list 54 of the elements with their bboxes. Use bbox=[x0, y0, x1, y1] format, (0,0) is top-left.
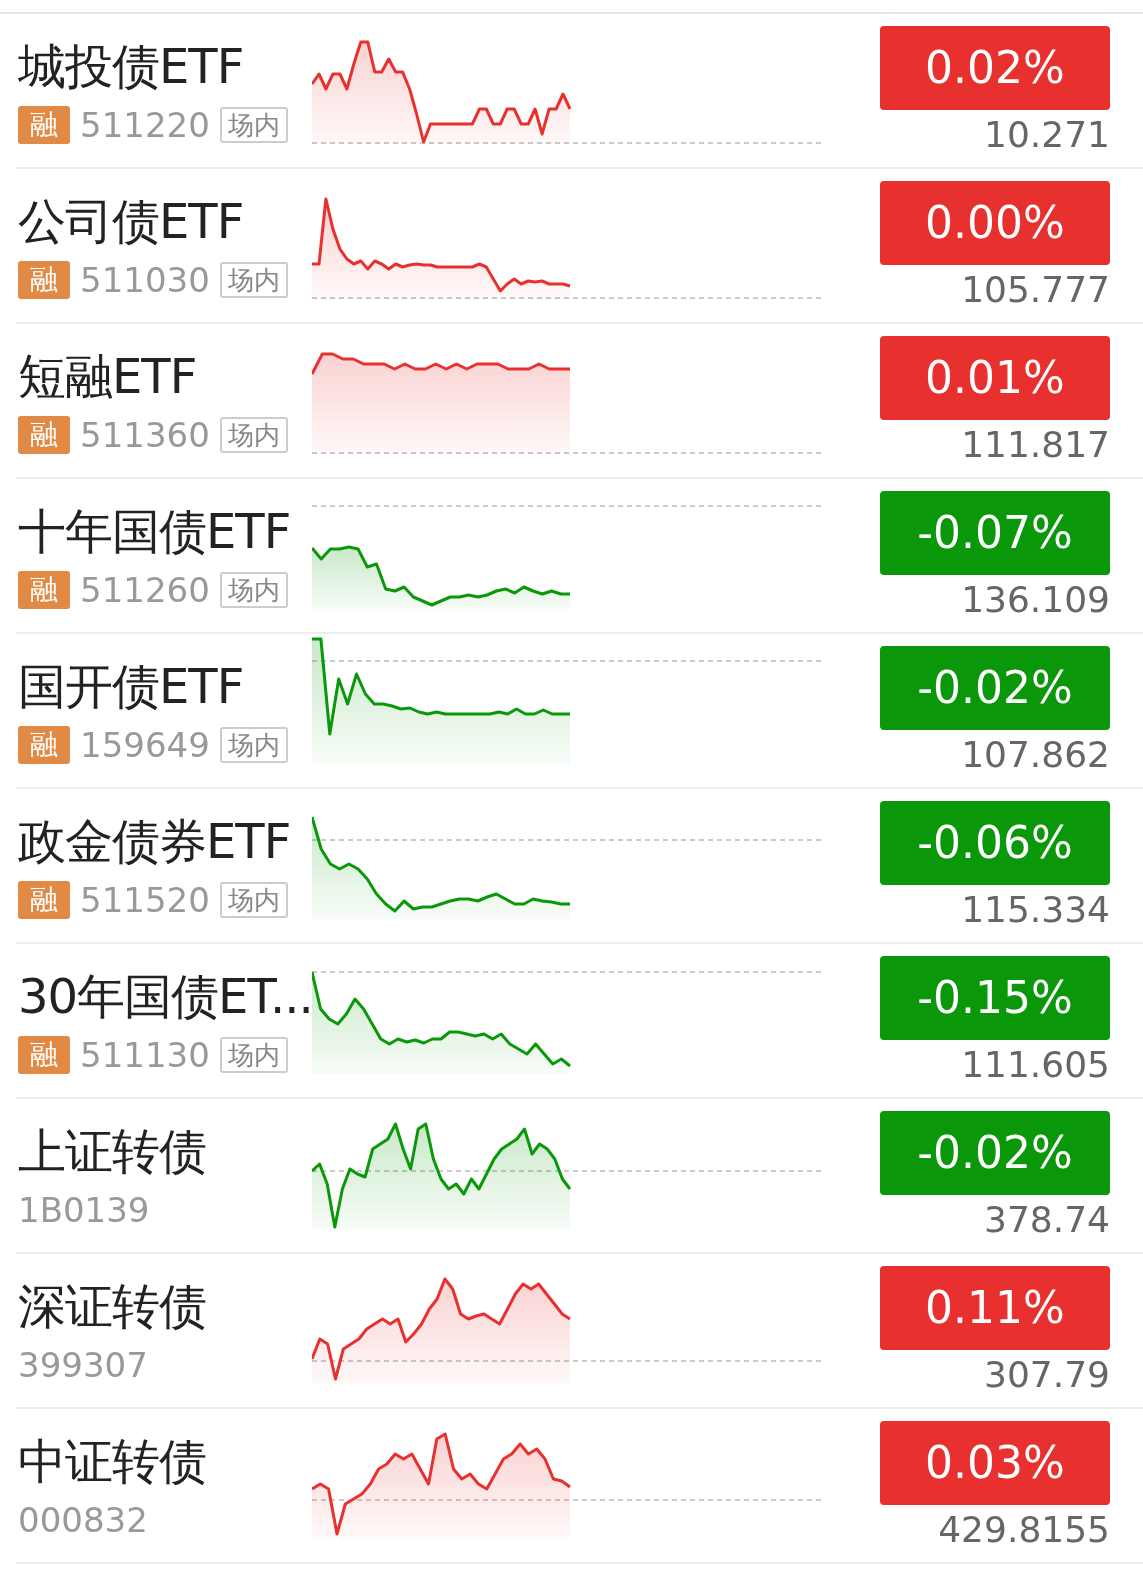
change-badge: -0.02% bbox=[880, 645, 1110, 730]
change-badge: -0.02% bbox=[880, 1110, 1110, 1195]
change-badge: 0.03% bbox=[880, 1420, 1110, 1505]
change-badge: 0.02% bbox=[880, 25, 1110, 110]
price-text: 429.8155 bbox=[938, 1508, 1110, 1551]
market-tag: 场内 bbox=[219, 1036, 288, 1073]
price-text: 107.862 bbox=[961, 733, 1110, 776]
fund-code: 159649 bbox=[80, 724, 210, 765]
change-badge: 0.11% bbox=[880, 1265, 1110, 1350]
fund-name: 短融ETF bbox=[18, 346, 198, 405]
fund-name: 城投债ETF bbox=[18, 36, 245, 95]
fund-name: 中证转债 bbox=[18, 1431, 207, 1490]
fund-name: 十年国债ETF bbox=[18, 501, 292, 560]
price-text: 378.74 bbox=[984, 1198, 1110, 1241]
market-tag: 场内 bbox=[219, 726, 288, 763]
change-badge: 0.01% bbox=[880, 335, 1110, 420]
price-text: 111.817 bbox=[961, 423, 1110, 466]
market-tag: 场内 bbox=[219, 881, 288, 918]
market-tag: 场内 bbox=[219, 571, 288, 608]
fund-code: 511360 bbox=[80, 414, 210, 455]
fund-code: 399307 bbox=[18, 1344, 148, 1385]
change-badge: -0.06% bbox=[880, 800, 1110, 885]
fund-name: 30年国债ET... bbox=[18, 966, 312, 1025]
margin-tag: 融 bbox=[18, 725, 70, 764]
price-text: 10.271 bbox=[984, 113, 1110, 156]
market-tag: 场内 bbox=[219, 106, 288, 143]
change-badge: -0.15% bbox=[880, 955, 1110, 1040]
fund-name: 政金债券ETF bbox=[18, 811, 292, 870]
price-text: 111.605 bbox=[961, 1043, 1110, 1086]
fund-name: 公司债ETF bbox=[18, 191, 245, 250]
fund-code: 511030 bbox=[80, 259, 210, 300]
fund-code: 000832 bbox=[18, 1499, 148, 1540]
price-text: 115.334 bbox=[961, 888, 1110, 931]
margin-tag: 融 bbox=[18, 880, 70, 919]
fund-name: 国开债ETF bbox=[18, 656, 245, 715]
margin-tag: 融 bbox=[18, 105, 70, 144]
margin-tag: 融 bbox=[18, 260, 70, 299]
fund-name: 深证转债 bbox=[18, 1276, 207, 1335]
fund-code: 1B0139 bbox=[18, 1189, 150, 1230]
margin-tag: 融 bbox=[18, 1035, 70, 1074]
change-badge: 0.00% bbox=[880, 180, 1110, 265]
fund-name: 上证转债 bbox=[18, 1121, 207, 1180]
fund-code: 511220 bbox=[80, 104, 210, 145]
margin-tag: 融 bbox=[18, 570, 70, 609]
market-tag: 场内 bbox=[219, 416, 288, 453]
margin-tag: 融 bbox=[18, 415, 70, 454]
fund-code: 511520 bbox=[80, 879, 210, 920]
market-tag: 场内 bbox=[219, 261, 288, 298]
price-text: 136.109 bbox=[961, 578, 1110, 621]
change-badge: -0.07% bbox=[880, 490, 1110, 575]
fund-code: 511260 bbox=[80, 569, 210, 610]
price-text: 307.79 bbox=[984, 1353, 1110, 1396]
fund-code: 511130 bbox=[80, 1034, 210, 1075]
price-text: 105.777 bbox=[961, 268, 1110, 311]
